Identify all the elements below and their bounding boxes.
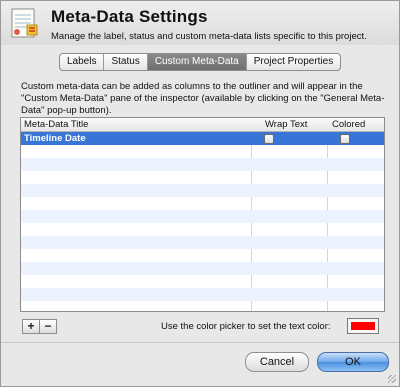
color-picker-label: Use the color picker to set the text col… xyxy=(161,321,331,332)
table-row xyxy=(21,275,384,288)
table-row xyxy=(21,288,384,301)
table-header: Meta-Data Title Wrap Text Colored Text xyxy=(21,118,384,143)
add-row-button[interactable]: + xyxy=(22,319,40,334)
tab-custom-meta-data[interactable]: Custom Meta-Data xyxy=(147,54,247,70)
column-header-wrap-text[interactable]: Wrap Text xyxy=(265,118,307,131)
table-row xyxy=(21,158,384,171)
table-row xyxy=(21,184,384,197)
dialog-header: Meta-Data Settings Manage the label, sta… xyxy=(1,1,399,45)
text-color-well[interactable] xyxy=(347,318,379,334)
meta-data-table: Meta-Data Title Wrap Text Colored Text T… xyxy=(20,117,385,312)
meta-data-settings-dialog: Meta-Data Settings Manage the label, sta… xyxy=(0,0,400,387)
footer-separator xyxy=(1,342,399,343)
settings-tab-bar: Labels Status Custom Meta-Data Project P… xyxy=(59,53,342,71)
column-header-title[interactable]: Meta-Data Title xyxy=(24,118,88,131)
colored-text-checkbox[interactable] xyxy=(340,134,350,144)
dialog-title: Meta-Data Settings xyxy=(51,7,208,26)
wrap-text-checkbox[interactable] xyxy=(264,134,274,144)
table-row xyxy=(21,236,384,249)
table-row xyxy=(21,145,384,158)
tab-labels[interactable]: Labels xyxy=(60,54,105,70)
table-row xyxy=(21,171,384,184)
table-row xyxy=(21,249,384,262)
tab-status[interactable]: Status xyxy=(104,54,148,70)
resize-grip-icon[interactable] xyxy=(388,375,396,383)
minus-icon: − xyxy=(44,319,52,333)
table-row xyxy=(21,301,384,311)
plus-icon: + xyxy=(27,319,35,333)
app-icon xyxy=(9,7,39,39)
table-row xyxy=(21,210,384,223)
table-row xyxy=(21,197,384,210)
table-row xyxy=(21,262,384,275)
dialog-subtitle: Manage the label, status and custom meta… xyxy=(51,31,367,42)
cancel-button[interactable]: Cancel xyxy=(245,352,309,372)
ok-button[interactable]: OK xyxy=(317,352,389,372)
remove-row-button[interactable]: − xyxy=(40,319,57,334)
color-swatch xyxy=(351,322,375,330)
table-row xyxy=(21,223,384,236)
add-remove-group: + − xyxy=(22,319,57,334)
table-body: Timeline Date xyxy=(21,132,384,311)
row-title-cell[interactable]: Timeline Date xyxy=(24,132,86,145)
table-row[interactable]: Timeline Date xyxy=(21,132,384,145)
tab-project-properties[interactable]: Project Properties xyxy=(247,54,340,70)
description-text: Custom meta-data can be added as columns… xyxy=(21,81,385,116)
